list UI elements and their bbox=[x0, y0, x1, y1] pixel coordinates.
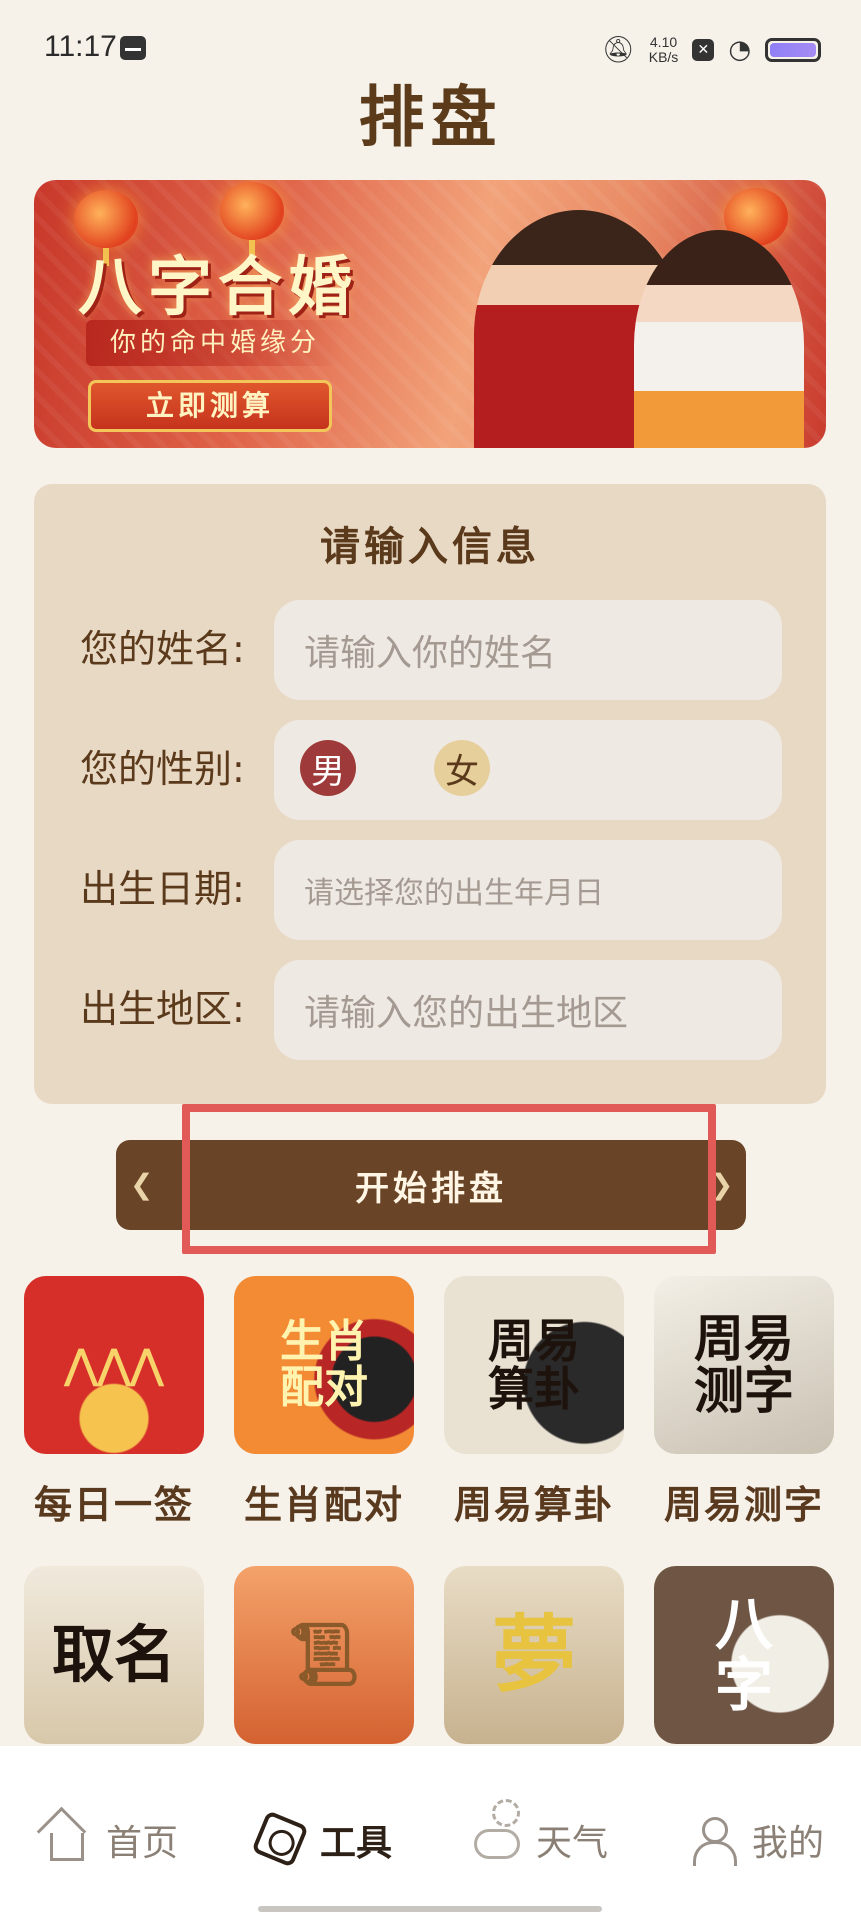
tool-zodiac-match-image-text: 生肖配对 bbox=[280, 1315, 368, 1413]
page-title: 排盘 bbox=[358, 78, 503, 156]
banner-title: 八字合婚 bbox=[78, 250, 358, 325]
nav-tools[interactable]: 工具 bbox=[251, 1810, 393, 1868]
tool-zodiac-match-image[interactable]: 生肖配对 bbox=[234, 1276, 414, 1454]
birth-region-placeholder: 请输入您的出生地区 bbox=[304, 993, 629, 1034]
nav-home[interactable]: 首页 bbox=[44, 1812, 178, 1868]
tool-divination-image-text: 周易算卦 bbox=[488, 1313, 580, 1416]
tool-bazi-image-text: 八字 bbox=[714, 1590, 773, 1719]
banner-figure-woman bbox=[634, 230, 804, 448]
tool-daily-lot-image[interactable]: ⋀⋀⋀ bbox=[24, 1276, 204, 1454]
net-speed: 4.10 KB/s bbox=[649, 35, 679, 65]
tool-word-test-label[interactable]: 周易测字 bbox=[639, 1474, 849, 1529]
birth-region-input[interactable]: 请输入您的出生地区 bbox=[274, 960, 782, 1060]
banner-calc-button[interactable]: 立即测算 bbox=[88, 380, 332, 432]
gender-selector: 男 女 bbox=[274, 720, 782, 820]
gender-label: 您的性别: bbox=[80, 747, 245, 791]
close-box-icon: ✕ bbox=[692, 39, 715, 61]
status-time: 11:17 bbox=[44, 30, 117, 63]
profile-icon bbox=[690, 1817, 737, 1866]
nav-home-label: 首页 bbox=[106, 1823, 179, 1864]
tool-zodiac-match-label[interactable]: 生肖配对 bbox=[219, 1474, 429, 1529]
tool-bazi-image[interactable]: 八字 bbox=[654, 1566, 834, 1744]
tool-dream-image-text: 夢 bbox=[491, 1604, 576, 1704]
wifi-icon: ◔ bbox=[728, 35, 751, 65]
home-icon bbox=[44, 1817, 90, 1863]
tool-scroll-image[interactable]: 📜︎ bbox=[234, 1566, 414, 1744]
birth-date-placeholder: 请选择您的出生年月日 bbox=[304, 876, 604, 911]
message-icon bbox=[120, 36, 146, 60]
nav-profile[interactable]: 我的 bbox=[690, 1812, 824, 1868]
net-speed-value: 4.10 bbox=[649, 34, 678, 50]
gender-male-option[interactable]: 男 bbox=[300, 740, 356, 796]
promo-banner[interactable]: 八字合婚 你的命中婚缘分 立即测算 bbox=[34, 180, 826, 448]
tool-naming-image[interactable]: 取名 bbox=[24, 1566, 204, 1744]
tool-word-test-image-text: 周易测字 bbox=[694, 1308, 794, 1420]
weather-icon bbox=[474, 1817, 520, 1863]
nav-profile-label: 我的 bbox=[752, 1823, 825, 1864]
birth-date-picker[interactable]: 请选择您的出生年月日 bbox=[274, 840, 782, 940]
name-label: 您的姓名: bbox=[80, 627, 245, 671]
name-input[interactable]: 请输入你的姓名 bbox=[274, 600, 782, 700]
banner-subtitle: 你的命中婚缘分 bbox=[86, 320, 345, 366]
battery-icon bbox=[765, 38, 821, 62]
tool-divination-image[interactable]: 周易算卦 bbox=[444, 1276, 624, 1454]
net-speed-unit: KB/s bbox=[648, 49, 679, 65]
home-indicator[interactable] bbox=[258, 1906, 602, 1912]
highlight-box bbox=[182, 1104, 716, 1254]
tool-dream-image[interactable]: 夢 bbox=[444, 1566, 624, 1744]
bagua-icon bbox=[251, 1810, 309, 1868]
name-placeholder: 请输入你的姓名 bbox=[304, 633, 557, 674]
nav-tools-label: 工具 bbox=[320, 1823, 393, 1864]
bottom-nav: 首页 工具 天气 我的 bbox=[0, 1746, 861, 1920]
birth-region-label: 出生地区: bbox=[80, 987, 245, 1031]
gender-female-option[interactable]: 女 bbox=[434, 740, 490, 796]
info-form-card: 请输入信息 您的姓名: 请输入你的姓名 您的性别: 男 女 出生日期: 请选择您… bbox=[34, 484, 826, 1104]
bell-off-icon: 🔕︎ bbox=[601, 35, 635, 65]
tool-divination-label[interactable]: 周易算卦 bbox=[429, 1474, 639, 1529]
lantern-icon bbox=[220, 182, 284, 258]
nav-weather-label: 天气 bbox=[536, 1823, 609, 1864]
form-title: 请输入信息 bbox=[320, 523, 540, 570]
tool-naming-image-text: 取名 bbox=[51, 1618, 176, 1692]
birth-date-label: 出生日期: bbox=[80, 867, 245, 911]
tool-word-test-image[interactable]: 周易测字 bbox=[654, 1276, 834, 1454]
nav-weather[interactable]: 天气 bbox=[474, 1812, 608, 1868]
tool-daily-lot-label[interactable]: 每日一签 bbox=[9, 1474, 219, 1529]
